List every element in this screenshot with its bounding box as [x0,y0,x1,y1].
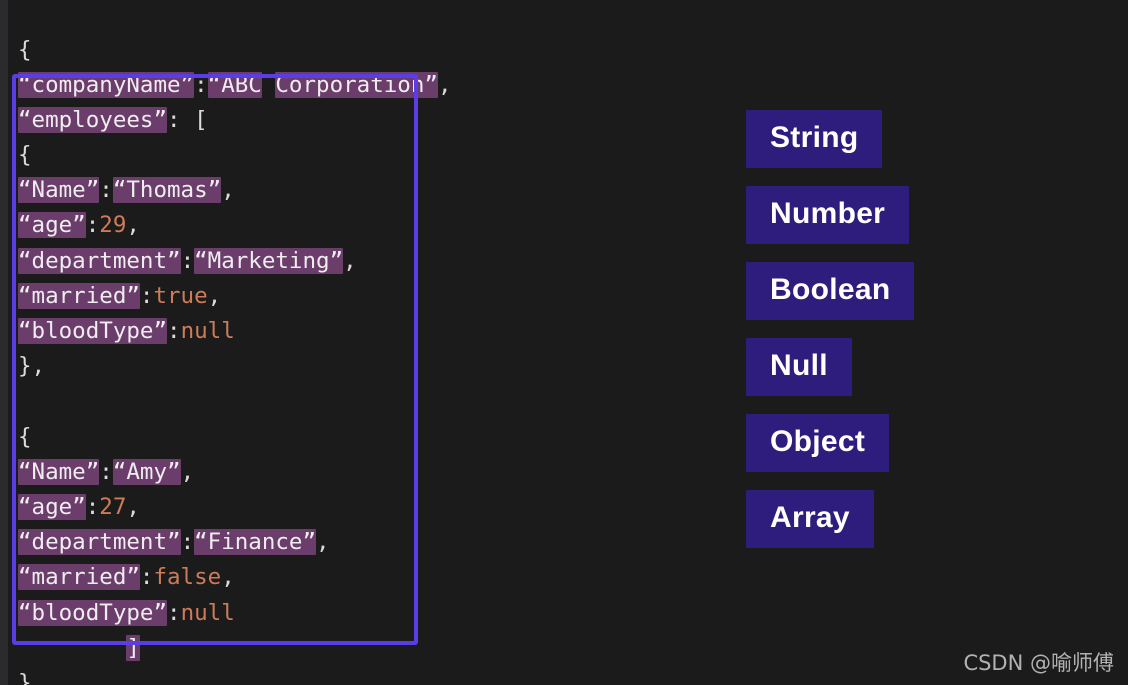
code-token-punct: : [85,212,100,239]
code-token-punct: }, [18,353,46,380]
code-token-punct: { [18,142,32,169]
code-line: “employees”: [ [18,103,578,138]
code-token-highlight: “bloodType” [18,318,168,344]
code-token-literal: null [180,599,235,626]
code-token-literal: false [153,564,222,591]
code-token-punct: , [437,71,452,98]
code-token-punct: : [194,71,208,98]
code-token-highlight: “married” [18,564,140,591]
code-token-highlight: “married” [18,282,140,309]
code-line: “bloodType”:null [18,314,578,349]
code-token-punct: , [126,212,140,239]
code-token-punct: : [99,177,113,204]
code-token-highlight: ] [126,634,140,661]
type-chip-null[interactable]: Null [746,338,852,396]
code-token-punct: : [180,247,195,274]
code-line: } [18,666,578,685]
code-token-highlight: “employees” [18,106,168,133]
type-chip-string[interactable]: String [746,110,883,168]
code-token-punct: } [18,669,32,685]
code-token-punct: : [99,458,113,485]
code-token-highlight: “Marketing” [194,247,344,274]
code-line: }, [18,349,578,384]
code-token-highlight: Corporation” [275,71,438,98]
code-token-punct [262,72,276,98]
code-token-punct: , [316,529,330,556]
code-token-punct: { [18,423,32,450]
code-token-highlight: “age” [18,212,86,239]
code-token-punct: : [180,529,195,556]
code-token-punct: : [167,318,181,344]
code-token-highlight: “Thomas” [112,177,222,204]
code-line: “age”:27, [18,490,578,525]
code-token-literal: 27 [99,493,127,520]
code-line: { [18,420,578,455]
code-token-punct: : [85,493,100,520]
code-line: “Name”:“Amy”, [18,455,578,490]
code-line: “age”:29, [18,208,578,243]
type-chip-object[interactable]: Object [746,414,890,472]
code-token-punct: : [139,282,154,309]
code-token-literal: null [180,318,235,344]
code-token-punct: : [167,599,181,626]
code-token-punct: , [207,282,222,309]
code-token-punct: , [343,247,357,274]
code-token-punct: : [139,564,154,591]
code-line: “married”:false, [18,560,578,595]
json-code-block: {“companyName”:“ABC Corporation”, “employ… [18,33,578,685]
code-token-punct: { [18,36,32,63]
csdn-watermark: CSDN @喻师傅 [963,651,1114,675]
code-token-highlight: “ABC [207,71,262,98]
editor-gutter-strip [0,0,8,685]
code-line: ] [18,631,578,666]
code-token-literal: true [153,282,208,309]
code-token-highlight: “companyName” [18,71,195,98]
code-token-highlight: “department” [18,529,181,556]
code-token-highlight: “Name” [18,177,100,204]
code-token-literal: 29 [99,212,127,239]
code-token-punct [18,635,126,661]
code-line: “department”:“Marketing”, [18,244,578,279]
code-line: “Name”:“Thomas”, [18,173,578,208]
code-line: { [18,33,578,68]
code-token-punct: , [221,177,235,204]
code-token-highlight: “department” [18,247,181,274]
type-chip-boolean[interactable]: Boolean [746,262,915,320]
screenshot-root: {“companyName”:“ABC Corporation”, “employ… [0,0,1128,685]
json-type-chip-list: String Number Boolean Null Object Array [746,110,915,548]
code-token-punct: , [126,493,140,520]
code-token-highlight: “bloodType” [18,599,168,626]
code-token-highlight: “Amy” [112,458,181,485]
code-line: “married”:true, [18,279,578,314]
type-chip-number[interactable]: Number [746,186,910,244]
code-token-punct: , [180,458,195,485]
code-token-highlight: “Name” [18,458,100,485]
code-line: “bloodType”:null [18,596,578,631]
code-token-punct: : [ [167,106,208,133]
type-chip-array[interactable]: Array [746,490,874,548]
code-token-punct: , [221,564,235,591]
code-line: “companyName”:“ABC Corporation”, [18,68,578,103]
code-line: { [18,138,578,173]
code-token-highlight: “age” [18,493,86,520]
code-line: “department”:“Finance”, [18,525,578,560]
code-token-highlight: “Finance” [194,529,317,556]
